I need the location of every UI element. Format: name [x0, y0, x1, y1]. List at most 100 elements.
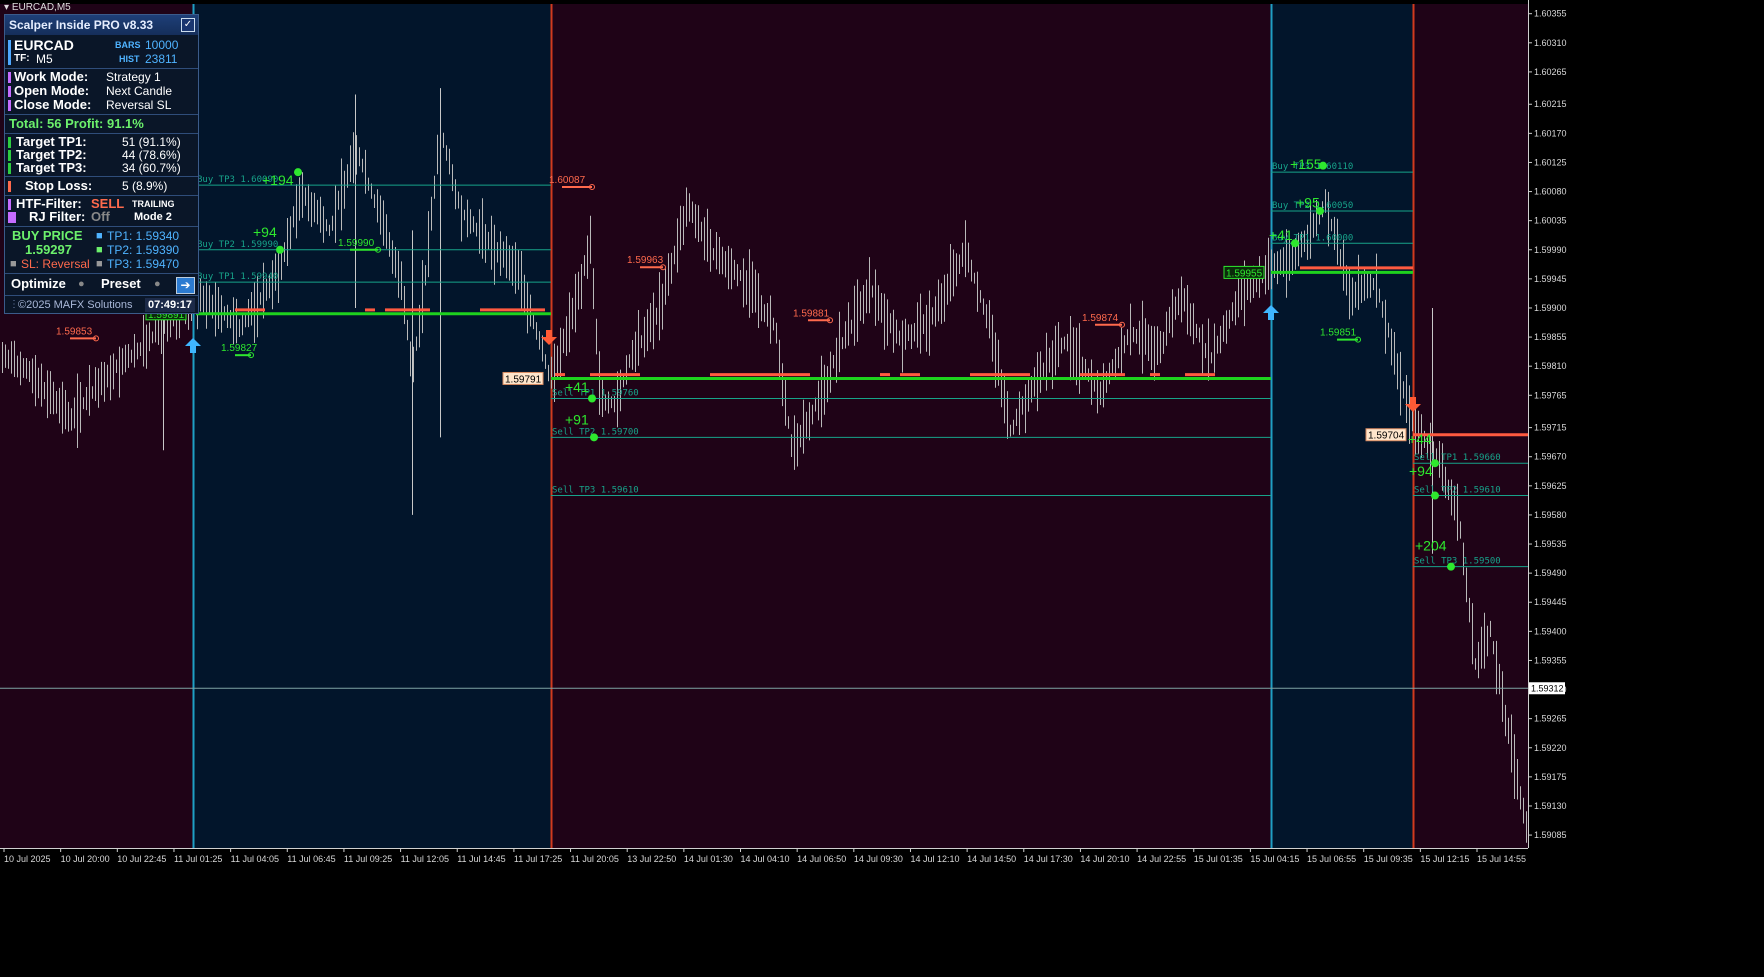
time-tick-label: 14 Jul 14:50 [967, 854, 1016, 864]
swing-label: 1.60087 [549, 175, 586, 186]
swing-label: 1.59963 [627, 255, 664, 266]
entry-price-label: 1.59955 [1226, 268, 1263, 279]
optimize-dot-icon: ● [78, 278, 85, 290]
price-tick-label: 1.59400 [1534, 626, 1567, 636]
swing-label: 1.59990 [338, 238, 375, 249]
price-tick-label: 1.60125 [1534, 157, 1567, 167]
divider [5, 295, 198, 296]
time-tick-label: 10 Jul 2025 [4, 854, 51, 864]
bars-label: BARS [115, 40, 141, 50]
time-tick-label: 10 Jul 20:00 [61, 854, 110, 864]
price-tick-label: 1.59900 [1534, 303, 1567, 313]
tp1-price: TP1: 1.59340 [107, 229, 180, 243]
current-price-label: 1.59312 [1531, 683, 1564, 693]
rj-filter-label: RJ Filter: [29, 209, 86, 224]
tp3-label: Target TP3: [16, 160, 87, 175]
bars-value: 10000 [145, 38, 179, 52]
divider [5, 114, 198, 115]
profit-label: +44 [1408, 431, 1432, 447]
square-icon: ■ [10, 258, 17, 270]
price-tick-label: 1.59265 [1534, 714, 1567, 724]
divider [5, 226, 198, 227]
price-tick-label: 1.59945 [1534, 274, 1567, 284]
time-tick-label: 15 Jul 09:35 [1364, 854, 1413, 864]
open-mode-value: Next Candle [106, 84, 173, 98]
price-tick-label: 1.59535 [1534, 539, 1567, 549]
hist-value: 23811 [145, 52, 178, 66]
target-hit-marker [276, 245, 284, 254]
target-hit-marker [1447, 562, 1455, 571]
time-tick-label: 14 Jul 17:30 [1024, 854, 1073, 864]
tp1-value: 51 (91.1%) [122, 135, 181, 149]
copyright-text: ©2025 MAFX Solutions [18, 299, 133, 311]
price-tick-label: 1.60170 [1534, 128, 1567, 138]
time-tick-label: 11 Jul 20:05 [571, 854, 619, 864]
profit-label: +155 [1290, 156, 1322, 172]
stop-loss-value: 5 (8.9%) [122, 179, 168, 193]
price-tick-label: 1.60265 [1534, 67, 1567, 77]
price-tick-label: 1.59085 [1534, 830, 1567, 840]
time-tick-label: 11 Jul 09:25 [344, 854, 392, 864]
sl-bar-marker [8, 181, 11, 192]
price-tick-label: 1.60310 [1534, 38, 1567, 48]
profit-label: +91 [565, 411, 589, 427]
time-tick-label: 15 Jul 04:15 [1250, 854, 1299, 864]
profit-label: +95 [1296, 195, 1320, 211]
arrow-right-icon[interactable]: ➔ [176, 277, 195, 294]
target-line-label: Sell TP3 1.59610 [552, 486, 639, 496]
time-tick-label: 15 Jul 14:55 [1477, 854, 1526, 864]
work-mode-label: Work Mode: [14, 69, 89, 84]
price-tick-label: 1.59855 [1534, 332, 1567, 342]
price-tick-label: 1.59220 [1534, 743, 1567, 753]
time-tick-label: 14 Jul 04:10 [741, 854, 790, 864]
profit-label: +204 [1415, 537, 1447, 553]
scalper-panel: Scalper Inside PRO v8.33 ✓ EURCAD BARS 1… [4, 14, 199, 314]
target-hit-marker [590, 433, 598, 442]
tf-label: TF: [14, 53, 30, 64]
time-tick-label: 14 Jul 20:10 [1080, 854, 1129, 864]
buy-price-value: 1.59297 [25, 242, 72, 257]
target-line-label: Sell TP2 1.59610 [1414, 486, 1501, 496]
time-tick-label: 14 Jul 06:50 [797, 854, 846, 864]
stop-loss-label: Stop Loss: [25, 178, 93, 193]
target-hit-marker [588, 394, 596, 403]
swing-label: 1.59851 [1320, 328, 1357, 339]
sl-info: SL: Reversal [21, 257, 90, 271]
square-icon: ■ [96, 258, 103, 270]
time-tick-label: 10 Jul 22:45 [117, 854, 166, 864]
mode-bar-marker [8, 100, 11, 111]
divider [5, 176, 198, 177]
symbol-bar-marker [8, 40, 11, 65]
tf-value: M5 [36, 52, 53, 66]
target-hit-marker [1431, 491, 1439, 500]
optimize-button[interactable]: Optimize [11, 277, 66, 291]
price-tick-label: 1.59715 [1534, 423, 1567, 433]
target-line-label: Sell TP3 1.59500 [1414, 557, 1501, 567]
panel-title: Scalper Inside PRO v8.33 [5, 15, 198, 35]
tp2-value: 44 (78.6%) [122, 148, 181, 162]
tp-bar-marker [8, 163, 11, 174]
tp3-value: 34 (60.7%) [122, 161, 181, 175]
time-tick-label: 11 Jul 04:05 [231, 854, 279, 864]
filter-bar-marker [8, 212, 16, 223]
price-tick-label: 1.60215 [1534, 99, 1567, 109]
clock: 07:49:17 [144, 298, 195, 312]
square-icon: ■ [96, 230, 103, 242]
tp-bar-marker [8, 150, 11, 161]
price-tick-label: 1.59490 [1534, 568, 1567, 578]
price-tick-label: 1.59670 [1534, 452, 1567, 462]
panel-minimize-checkbox[interactable]: ✓ [181, 18, 195, 32]
mode-bar-marker [8, 72, 11, 83]
price-tick-label: 1.59130 [1534, 801, 1567, 811]
tp-bar-marker [8, 137, 11, 148]
swing-label: 1.59874 [1082, 313, 1119, 324]
price-tick-label: 1.59810 [1534, 361, 1567, 371]
tp3-price: TP3: 1.59470 [107, 257, 180, 271]
work-mode-value: Strategy 1 [106, 70, 161, 84]
price-tick-label: 1.60035 [1534, 216, 1567, 226]
time-tick-label: 13 Jul 22:50 [627, 854, 676, 864]
time-tick-label: 11 Jul 01:25 [174, 854, 222, 864]
preset-button[interactable]: Preset [101, 277, 141, 291]
price-chart[interactable]: Buy TP3 1.60090Buy TP2 1.59990Buy TP1 1.… [0, 0, 1764, 977]
price-tick-label: 1.60355 [1534, 9, 1567, 19]
